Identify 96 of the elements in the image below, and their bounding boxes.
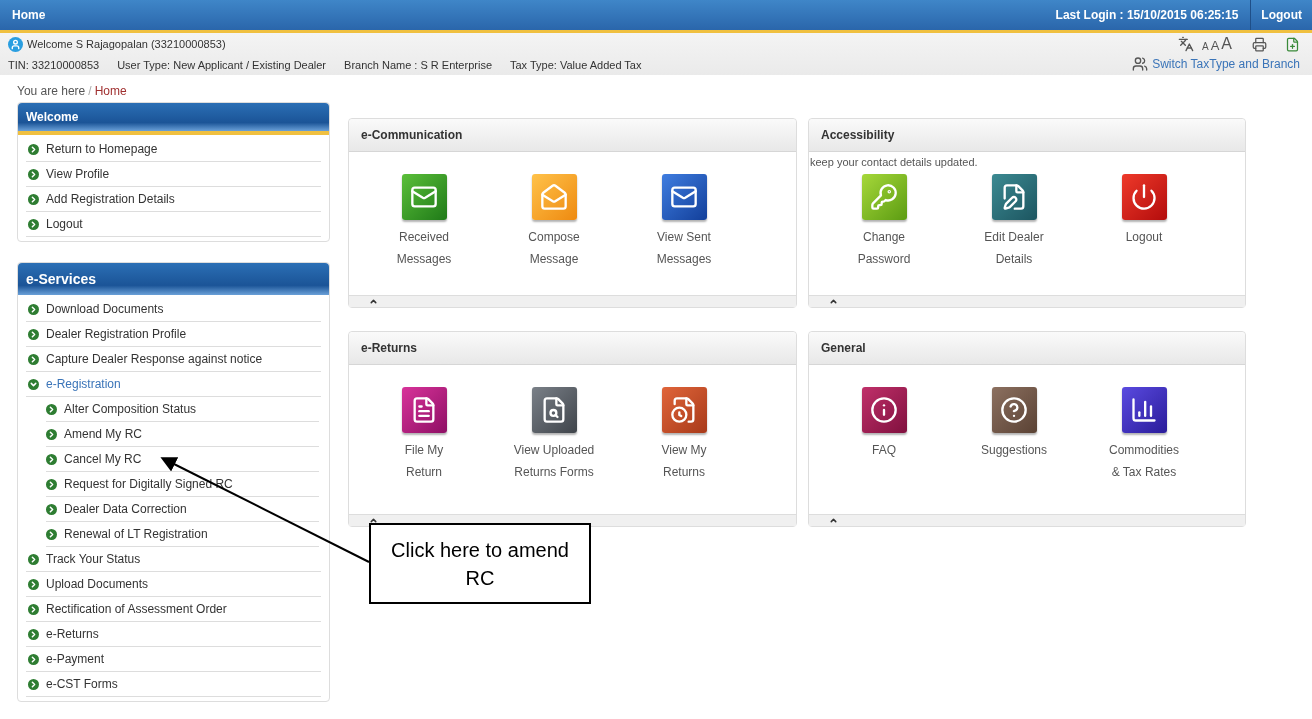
tax-type-text: Tax Type: Value Added Tax	[510, 58, 642, 73]
panel-title: General	[821, 340, 866, 357]
bullet-icon	[28, 218, 39, 230]
print-icon[interactable]	[1252, 36, 1267, 52]
sidebar-link[interactable]: Logout	[26, 212, 321, 237]
sidebar-link[interactable]: e-Registration	[26, 372, 321, 397]
envelope-icon	[661, 174, 707, 220]
panel-note: keep your contact details updated.	[809, 155, 979, 170]
sidebar-link[interactable]: Alter Composition Status	[46, 397, 319, 422]
tile-link[interactable]: Received Messages	[359, 174, 489, 295]
sidebar-link[interactable]: Track Your Status	[26, 547, 321, 572]
bullet-icon	[28, 328, 39, 340]
sidebar-link[interactable]: View Profile	[26, 162, 321, 187]
panel-title: Accessibility	[821, 127, 895, 144]
document-search-icon	[531, 387, 577, 433]
tile-link[interactable]: Compose Message	[489, 174, 619, 295]
question-icon	[991, 387, 1037, 433]
tin-text: TIN: 33210000853	[8, 58, 100, 73]
user-type-text: User Type: New Applicant / Existing Dealer	[117, 58, 327, 73]
sidebar-link[interactable]: Amend My RC	[46, 422, 319, 447]
page-title: Home	[11, 7, 47, 24]
document-edit-icon	[991, 173, 1037, 220]
last-login-text: Last Login : 15/10/2015 06:25:15	[1055, 7, 1240, 24]
tile-link[interactable]: Suggestions	[949, 387, 1079, 514]
tile-link[interactable]: View Uploaded Returns Forms	[489, 387, 619, 514]
tile-link[interactable]: File My Return	[359, 387, 489, 514]
bullet-icon	[28, 603, 39, 615]
bullet-icon	[46, 503, 57, 515]
language-icon[interactable]	[1178, 36, 1194, 52]
bullet-icon	[28, 168, 39, 180]
sidebar-link[interactable]: Renewal of LT Registration	[46, 522, 319, 547]
font-size-button[interactable]: A	[1210, 39, 1220, 52]
tile-link[interactable]: View Sent Messages	[619, 174, 749, 295]
sidebar-link[interactable]: e-Returns	[26, 622, 321, 647]
power-icon	[1121, 173, 1167, 220]
sidebar-link[interactable]: Add Registration Details	[26, 187, 321, 212]
tile-link[interactable]: Edit Dealer Details	[949, 173, 1079, 295]
bar-chart-icon	[1121, 387, 1167, 433]
sidebar-title: Welcome	[26, 109, 79, 126]
open-envelope-icon	[531, 174, 577, 220]
bullet-icon	[28, 143, 39, 155]
sidebar-link[interactable]: Rectification of Assessment Order	[26, 597, 321, 622]
tile-link[interactable]: View My Returns	[619, 387, 749, 514]
font-size-button[interactable]: A	[1221, 36, 1232, 52]
key-icon	[861, 173, 907, 220]
document-icon	[661, 387, 707, 433]
collapse-icon[interactable]	[369, 516, 378, 525]
expanded-bullet-icon	[28, 378, 39, 390]
sidebar-link[interactable]: Capture Dealer Response against notice	[26, 347, 321, 372]
collapse-icon[interactable]	[829, 297, 838, 306]
tile-link[interactable]: Change Password	[819, 173, 949, 295]
branch-text: Branch Name : S R Enterprise	[344, 58, 492, 73]
users-swap-icon	[1132, 56, 1149, 72]
sidebar-link[interactable]: Download Documents	[26, 297, 321, 322]
bullet-icon	[46, 478, 57, 490]
bullet-icon	[28, 678, 39, 690]
sidebar-link[interactable]: Return to Homepage	[26, 137, 321, 162]
logout-link[interactable]: Logout	[1250, 0, 1312, 30]
bullet-icon	[46, 428, 57, 440]
user-icon	[8, 36, 23, 52]
page-add-icon[interactable]	[1285, 36, 1300, 52]
sidebar-title: e-Services	[26, 269, 97, 289]
sidebar-link[interactable]: Dealer Registration Profile	[26, 322, 321, 347]
sidebar-link[interactable]: Upload Documents	[26, 572, 321, 597]
bullet-icon	[28, 303, 39, 315]
sidebar-link[interactable]: Dealer Data Correction	[46, 497, 319, 522]
breadcrumb-label: You are here	[17, 84, 86, 98]
sidebar-link[interactable]: Cancel My RC	[46, 447, 319, 472]
tile-link[interactable]: Logout	[1079, 173, 1209, 295]
bullet-icon	[28, 578, 39, 590]
welcome-text: Welcome S Rajagopalan (33210000853)	[27, 36, 226, 52]
bullet-icon	[28, 353, 39, 365]
bullet-icon	[46, 403, 57, 415]
breadcrumb-link[interactable]: Home	[94, 84, 127, 98]
collapse-icon[interactable]	[829, 516, 838, 525]
envelope-icon	[401, 174, 447, 220]
document-icon	[401, 387, 447, 433]
collapse-icon[interactable]	[369, 297, 378, 306]
bullet-icon	[46, 528, 57, 540]
panel-title: e-Returns	[361, 340, 417, 357]
sidebar-link[interactable]: e-CST Forms	[26, 672, 321, 697]
panel-title: e-Communication	[361, 127, 463, 144]
font-size-button[interactable]: A	[1202, 42, 1209, 52]
switch-link[interactable]: Switch TaxType and Branch	[1152, 55, 1300, 73]
bullet-icon	[28, 553, 39, 565]
bullet-icon	[28, 653, 39, 665]
bullet-icon	[28, 628, 39, 640]
bullet-icon	[28, 193, 39, 205]
breadcrumb-separator: /	[88, 84, 92, 98]
bullet-icon	[46, 453, 57, 465]
callout-box: Click here to amend RC	[369, 523, 591, 604]
sidebar-link[interactable]: Request for Digitally Signed RC	[46, 472, 319, 497]
info-icon	[861, 387, 907, 433]
sidebar-link[interactable]: e-Payment	[26, 647, 321, 672]
tile-link[interactable]: FAQ	[819, 387, 949, 514]
tile-link[interactable]: Commodities & Tax Rates	[1079, 387, 1209, 514]
